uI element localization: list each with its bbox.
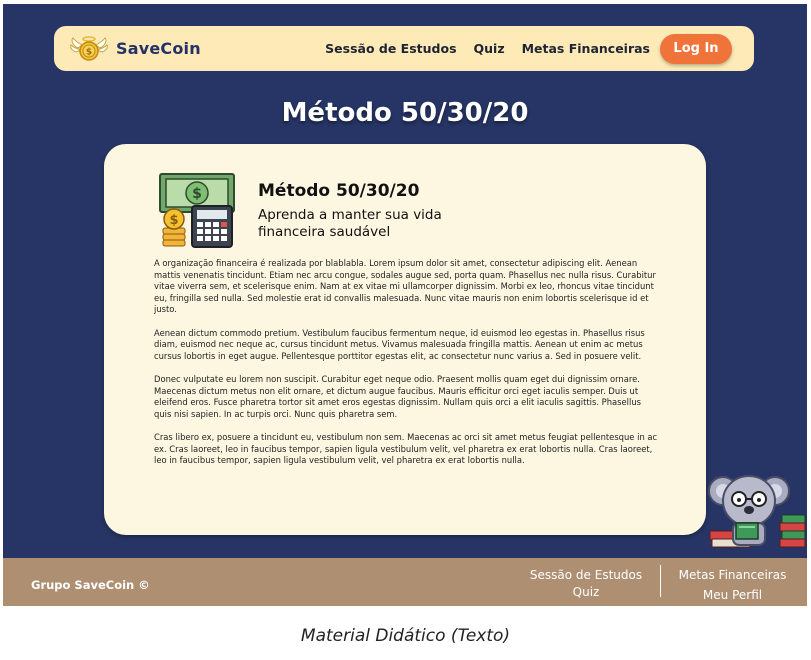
card-body: A organização financeira é realizada por…	[154, 258, 659, 478]
nav-links: Sessão de Estudos Quiz Metas Financeiras…	[308, 33, 732, 64]
body-paragraph: Aenean dictum commodo pretium. Vestibulu…	[154, 327, 645, 361]
page-title: Método 50/30/20	[281, 98, 529, 128]
winged-coin-logo-icon: $	[70, 35, 108, 63]
svg-text:$: $	[86, 47, 92, 57]
card-heading: Método 50/30/20	[258, 181, 420, 201]
svg-text:$: $	[169, 213, 178, 228]
nav-link-quiz[interactable]: Quiz	[474, 41, 505, 56]
nav-link-sessao-de-estudos[interactable]: Sessão de Estudos	[325, 41, 456, 56]
footer-divider	[660, 565, 661, 597]
footer-brand: Grupo SaveCoin ©	[31, 578, 150, 592]
brand-name: SaveCoin	[116, 39, 201, 58]
nav-link-metas-financeiras[interactable]: Metas Financeiras	[522, 41, 650, 56]
body-paragraph: Donec vulputate eu lorem non suscipit. C…	[154, 373, 641, 419]
body-paragraph: A organização financeira é realizada por…	[154, 258, 656, 315]
footer-link-quiz[interactable]: Quiz	[523, 585, 649, 599]
content-card: $ $ Método 50/30/20 Aprenda a manter sua…	[104, 144, 706, 535]
card-subheading: Aprenda a manter sua vida financeira sau…	[258, 207, 442, 240]
body-paragraph: Cras libero ex, posuere a tincidunt eu, …	[154, 431, 658, 466]
footer-link-sessao-de-estudos[interactable]: Sessão de Estudos	[523, 568, 649, 582]
footer-link-metas-financeiras[interactable]: Metas Financeiras	[671, 568, 794, 582]
figure-caption: Material Didático (Texto)	[300, 626, 511, 646]
navbar: $ SaveCoin Sessão de Estudos Quiz Metas …	[54, 26, 754, 71]
koala-mascot-icon	[706, 467, 807, 549]
footer: Grupo SaveCoin © Sessão de Estudos Quiz …	[3, 558, 807, 606]
money-calculator-icon: $ $	[158, 172, 236, 248]
svg-text:$: $	[192, 186, 202, 202]
app-frame: $ SaveCoin Sessão de Estudos Quiz Metas …	[3, 4, 807, 606]
login-button[interactable]: Log In	[660, 33, 732, 64]
footer-link-meu-perfil[interactable]: Meu Perfil	[671, 588, 794, 602]
brand[interactable]: $ SaveCoin	[70, 35, 201, 63]
